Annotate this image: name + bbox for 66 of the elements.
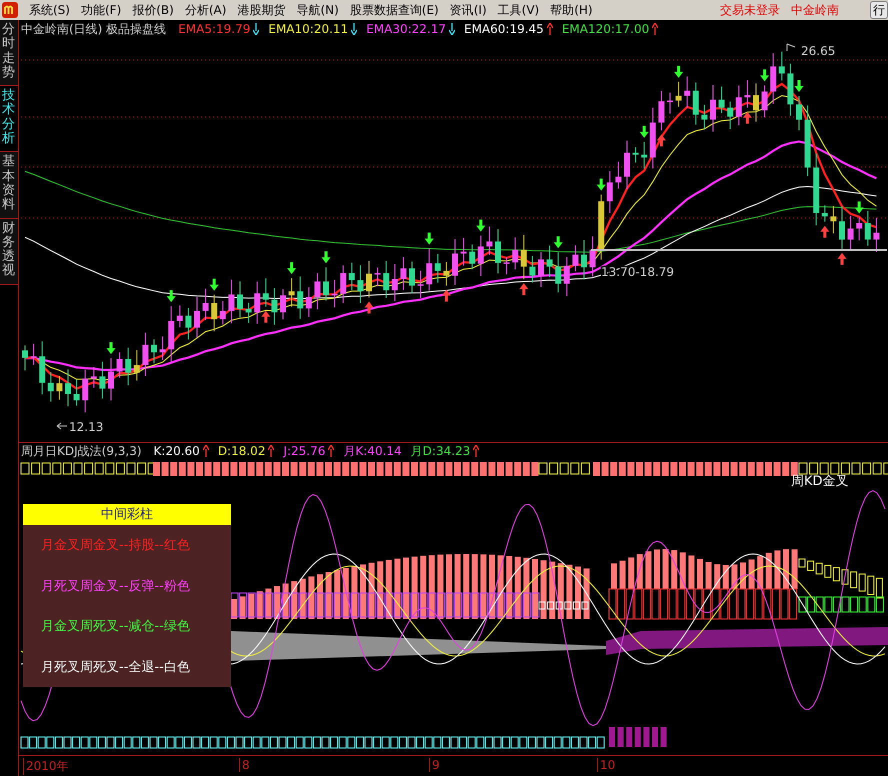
axis-label: 2010年 [23,758,69,775]
chart-title: 中金岭南(日线) 极品操盘线 [21,20,166,38]
menu-item[interactable]: 功能(F) [80,2,122,18]
down-arrow-icon [424,232,434,245]
ema-reading: EMA5:19.79 [178,22,250,36]
legend-entry: 月金叉周金叉--持股--红色 [41,537,191,554]
ema-reading: EMA120:17.00 [562,22,650,36]
toolbar-button[interactable]: 行 [870,1,888,19]
down-arrow-icon [287,262,296,274]
down-arrow-icon [674,66,684,78]
up-arrow-icon [261,310,270,323]
legend-entry: 月死叉周死叉--全退--白色 [41,658,191,676]
down-arrow-icon [760,69,770,82]
down-arrow-icon [210,278,219,291]
menu-item[interactable]: 报价(B) [132,2,174,18]
down-arrow-icon [640,126,649,138]
down-arrow-icon [854,202,864,214]
up-arrow-icon [364,301,374,314]
up-arrow-icon [442,290,451,302]
menu-item[interactable]: 资讯(I) [450,2,487,18]
down-arrow-icon [596,178,606,191]
menu-item[interactable]: 系统(S) [29,2,70,18]
side-tab[interactable]: 技术分析 [0,86,18,152]
legend-entry: 月死叉周金叉--反弹--粉色 [41,578,191,595]
axis-label: 8 [239,758,250,772]
kdj-reading: 月D:34.23 [410,442,470,460]
legend-title: 中间彩柱 [23,504,231,525]
leader-line [56,422,68,430]
menu-item[interactable]: 港股期货 [237,2,286,18]
low-price-label: 12.13 [69,420,104,434]
kdj-reading: J:25.76 [283,444,326,458]
down-arrow-icon [166,290,176,302]
up-arrow-icon [742,112,752,124]
ema-reading: EMA10:20.11 [268,22,348,36]
down-arrow-icon [554,236,563,248]
side-tab[interactable]: 基本资料 [0,152,18,219]
up-arrow-icon [519,283,528,296]
kdj-reading: K:20.60 [154,444,200,458]
down-arrow-icon [322,251,330,264]
signal-label: 周KD金叉 [791,473,849,490]
leader-line [786,44,796,52]
legend-entry: 月金叉周死叉--减仓--绿色 [41,618,191,636]
ema-reading: EMA60:19.45 [464,22,544,36]
menu-item[interactable]: 工具(V) [498,2,540,18]
menu-item[interactable]: 帮助(H) [550,2,593,18]
axis-label: 10 [597,758,616,772]
ema-reading: EMA30:22.17 [366,22,446,36]
side-tab[interactable]: 财务透视 [0,218,18,285]
side-tab[interactable]: 分时走势 [0,20,18,86]
high-price-label: 26.65 [801,44,836,58]
kdj-reading: D:18.02 [218,444,266,458]
menu-item[interactable]: 分析(A) [184,2,226,18]
down-arrow-icon [476,220,486,232]
kdj-reading: 月K:40.14 [343,442,402,460]
app-logo-icon[interactable] [2,2,18,18]
up-arrow-icon [820,226,830,238]
down-arrow-icon [106,342,116,354]
up-arrow-icon [838,252,846,265]
menu-item[interactable]: 股票数据查询(E) [350,2,439,18]
menu-item[interactable]: 导航(N) [296,2,339,18]
indicator-title: 周月日KDJ战法(9,3,3) [21,442,142,460]
down-arrow-icon [794,80,804,92]
up-arrow-icon [656,134,666,146]
axis-label: 9 [429,758,440,772]
login-status: 交易未登录 [720,2,780,18]
stock-name: 中金岭南 [791,2,839,18]
